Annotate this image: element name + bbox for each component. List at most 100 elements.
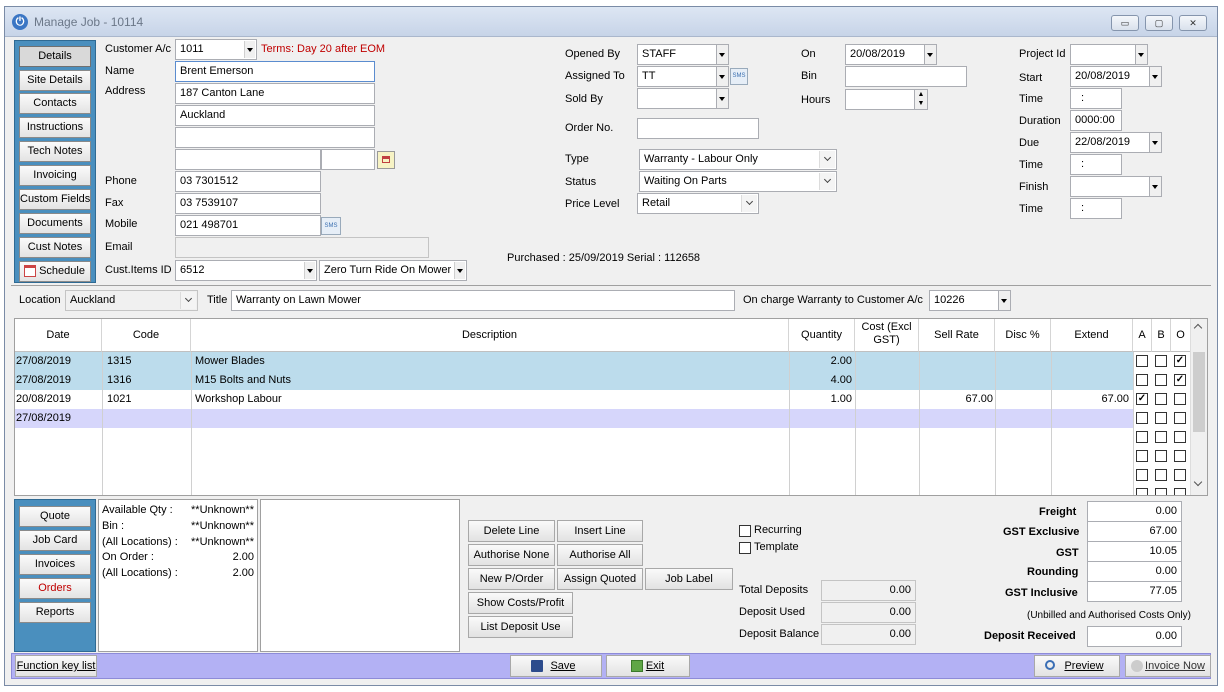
nav-reports[interactable]: Reports (19, 602, 91, 623)
project-id-field[interactable] (1070, 44, 1136, 65)
address-line1-field[interactable]: 187 Canton Lane (175, 83, 375, 104)
row-a-checkbox[interactable] (1136, 469, 1148, 481)
col-o-header[interactable]: O (1171, 319, 1191, 352)
project-id-dropdown[interactable] (1135, 44, 1148, 65)
row-a-checkbox[interactable] (1136, 374, 1148, 386)
status-select[interactable]: Waiting On Parts (639, 171, 837, 192)
preview-button[interactable]: Preview (1034, 655, 1120, 677)
col-description-header[interactable]: Description (191, 319, 789, 352)
address-line4-field[interactable] (175, 149, 321, 170)
freight-field[interactable]: 0.00 (1087, 501, 1182, 522)
address-line2-field[interactable]: Auckland (175, 105, 375, 126)
row-o-checkbox[interactable] (1174, 450, 1186, 462)
postcode-field[interactable] (321, 149, 375, 170)
job-label-button[interactable]: Job Label (645, 568, 733, 590)
row-o-checkbox[interactable] (1174, 488, 1186, 495)
table-row[interactable]: 20/08/2019 1021 Workshop Labour 1.00 67.… (15, 390, 1133, 409)
hours-spinner[interactable]: ▲ ▼ (914, 89, 928, 110)
close-button[interactable]: ✕ (1179, 15, 1207, 31)
chevron-down-icon[interactable] (819, 151, 835, 168)
row-o-checkbox[interactable] (1174, 393, 1186, 405)
name-field[interactable]: Brent Emerson (175, 61, 375, 82)
exit-button[interactable]: Exit (606, 655, 690, 677)
on-date-field[interactable]: 20/08/2019 (845, 44, 925, 65)
finish-time-field[interactable]: : (1070, 198, 1122, 219)
recurring-checkbox[interactable] (739, 525, 751, 537)
row-a-checkbox[interactable]: ✓ (1136, 393, 1148, 405)
scroll-up-icon[interactable] (1193, 323, 1203, 333)
fax-field[interactable]: 03 7539107 (175, 193, 321, 214)
sms-icon[interactable]: SMS (730, 68, 748, 85)
title-field[interactable]: Warranty on Lawn Mower (231, 290, 735, 311)
assign-quoted-button[interactable]: Assign Quoted (557, 568, 643, 590)
rounding-field[interactable]: 0.00 (1087, 561, 1182, 582)
nav-quote[interactable]: Quote (19, 506, 91, 527)
maximize-button[interactable]: ▢ (1145, 15, 1173, 31)
price-level-select[interactable]: Retail (637, 193, 759, 214)
assigned-to-dropdown[interactable] (716, 66, 729, 87)
row-o-checkbox[interactable]: ✓ (1174, 374, 1186, 386)
address-line3-field[interactable] (175, 127, 375, 148)
nav-documents[interactable]: Documents (19, 213, 91, 234)
start-time-field[interactable]: : (1070, 88, 1122, 109)
col-a-header[interactable]: A (1133, 319, 1152, 352)
mobile-field[interactable]: 021 498701 (175, 215, 321, 236)
row-o-checkbox[interactable] (1174, 469, 1186, 481)
start-date-field[interactable]: 20/08/2019 (1070, 66, 1150, 87)
due-date-field[interactable]: 22/08/2019 (1070, 132, 1150, 153)
chevron-down-icon[interactable] (304, 262, 315, 279)
sold-by-field[interactable] (637, 88, 717, 109)
nav-contacts[interactable]: Contacts (19, 93, 91, 114)
col-quantity-header[interactable]: Quantity (789, 319, 855, 352)
row-b-checkbox[interactable] (1155, 450, 1167, 462)
chevron-down-icon[interactable] (741, 195, 757, 212)
sms-icon[interactable]: SMS (321, 217, 341, 235)
col-extend-header[interactable]: Extend (1051, 319, 1133, 352)
cust-items-id-field[interactable]: 6512 (175, 260, 317, 281)
save-button[interactable]: Save (510, 655, 602, 677)
opened-by-dropdown[interactable] (716, 44, 729, 65)
cust-item-name-field[interactable]: Zero Turn Ride On Mower (319, 260, 467, 281)
row-o-checkbox[interactable] (1174, 412, 1186, 424)
location-select[interactable]: Auckland (65, 290, 198, 311)
chevron-down-icon[interactable] (454, 262, 465, 279)
col-sell-rate-header[interactable]: Sell Rate (919, 319, 995, 352)
type-select[interactable]: Warranty - Labour Only (639, 149, 837, 170)
template-checkbox[interactable] (739, 542, 751, 554)
order-no-field[interactable] (637, 118, 759, 139)
table-row[interactable]: 27/08/2019 1315 Mower Blades 2.00 (15, 352, 1133, 371)
chevron-down-icon[interactable] (819, 173, 835, 190)
authorise-none-button[interactable]: Authorise None (468, 544, 555, 566)
on-date-dropdown[interactable] (924, 44, 937, 65)
authorise-all-button[interactable]: Authorise All (557, 544, 643, 566)
table-row[interactable]: 27/08/2019 (15, 409, 1133, 428)
finish-date-field[interactable] (1070, 176, 1150, 197)
due-date-dropdown[interactable] (1149, 132, 1162, 153)
bin-field[interactable] (845, 66, 967, 87)
row-a-checkbox[interactable] (1136, 488, 1148, 495)
col-date-header[interactable]: Date (15, 319, 102, 352)
nav-invoices[interactable]: Invoices (19, 554, 91, 575)
insert-line-button[interactable]: Insert Line (557, 520, 643, 542)
chevron-down-icon[interactable] (180, 292, 196, 309)
nav-schedule[interactable]: Schedule (19, 261, 91, 282)
nav-site-details[interactable]: Site Details (19, 70, 91, 91)
hours-field[interactable] (845, 89, 915, 110)
address-lookup-icon[interactable] (377, 151, 395, 169)
delete-line-button[interactable]: Delete Line (468, 520, 555, 542)
scroll-thumb[interactable] (1193, 352, 1205, 432)
new-porder-button[interactable]: New P/Order (468, 568, 555, 590)
scroll-down-icon[interactable] (1193, 477, 1203, 487)
table-row[interactable]: 27/08/2019 1316 M15 Bolts and Nuts 4.00 (15, 371, 1133, 390)
col-cost-header[interactable]: Cost (Excl GST) (855, 319, 919, 352)
sold-by-dropdown[interactable] (716, 88, 729, 109)
row-a-checkbox[interactable] (1136, 431, 1148, 443)
nav-details[interactable]: Details (19, 46, 91, 67)
start-date-dropdown[interactable] (1149, 66, 1162, 87)
assigned-to-field[interactable]: TT (637, 66, 717, 87)
row-b-checkbox[interactable] (1155, 488, 1167, 495)
nav-tech-notes[interactable]: Tech Notes (19, 141, 91, 162)
row-b-checkbox[interactable] (1155, 393, 1167, 405)
row-o-checkbox[interactable]: ✓ (1174, 355, 1186, 367)
row-b-checkbox[interactable] (1155, 431, 1167, 443)
